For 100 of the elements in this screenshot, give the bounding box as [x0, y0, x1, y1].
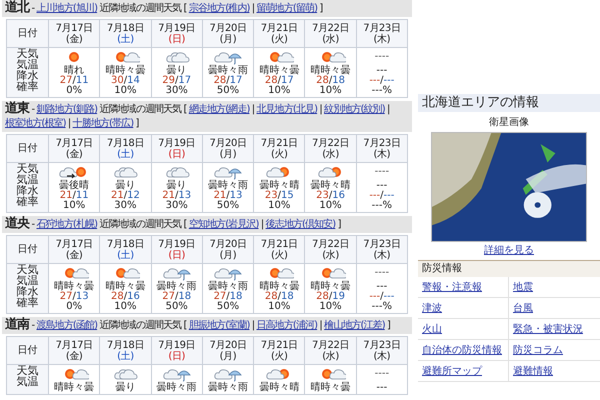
date-cell: 7月23日 (木): [356, 134, 408, 162]
date-cell: 7月17日 (金): [48, 236, 100, 264]
nearby-label: 近隣地域の週間天気 [: [99, 320, 187, 331]
forecast-cell: 晴時々曇 28/18 10%: [304, 48, 356, 98]
date-cell: 7月18日 (土): [100, 336, 152, 364]
forecast-cell: ---- --- ---/--- ---%: [356, 162, 408, 212]
date-cell: 7月18日 (土): [100, 134, 152, 162]
forecast-cell: ---- ---: [356, 364, 408, 394]
dash: -: [31, 320, 34, 331]
region-link[interactable]: 釧路地方(釧路): [36, 104, 98, 115]
row-label: 天気気温降水確率: [6, 48, 48, 98]
forecast-cell: ---- --- ---/--- ---%: [356, 264, 408, 314]
nearby-region-link[interactable]: 紋別地方(紋別): [324, 104, 385, 115]
region-title: 道北: [5, 0, 30, 15]
area-info-title: 北海道エリアの情報: [418, 94, 600, 112]
forecast-cell: 晴時々曇 28/18 10%: [254, 264, 305, 314]
nearby-region-link[interactable]: 空知地方(岩見沢): [188, 219, 259, 230]
date-header: 日付: [6, 236, 48, 264]
nearby-region-link[interactable]: 根室地方(根室): [5, 118, 66, 129]
date-cell: 7月22日 (水): [304, 236, 356, 264]
forecast-cell: 曇時々雨 27/18 50%: [151, 264, 202, 314]
nearby-region-link[interactable]: 十勝地方(帯広): [72, 118, 134, 129]
separator: |: [387, 104, 390, 115]
disaster-info-link[interactable]: 避難情報: [513, 364, 553, 378]
dash: -: [31, 219, 34, 230]
forecast-cell: 晴れ 27/11 0%: [48, 48, 100, 98]
row-label: 天気気温: [6, 364, 48, 394]
disaster-info-link[interactable]: 警報・注意報: [422, 280, 482, 294]
close-bracket: ]: [338, 219, 341, 230]
disaster-info-link[interactable]: 火山: [422, 322, 442, 336]
separator: |: [68, 118, 70, 129]
forecast-cell: 曇時々雨 27/18 50%: [202, 264, 254, 314]
nearby-region-link[interactable]: 留萌地方(留萌): [256, 3, 318, 14]
date-header: 日付: [6, 20, 48, 48]
date-cell: 7月18日 (土): [100, 236, 152, 264]
nearby-region-link[interactable]: 宗谷地方(稚内): [188, 3, 250, 14]
forecast-cell: 曇時々雨: [151, 364, 202, 394]
date-header: 日付: [6, 134, 48, 162]
forecast-cell: 晴時々曇 30/14 10%: [100, 48, 152, 98]
separator: |: [260, 219, 264, 230]
nearby-region-link[interactable]: 胆振地方(室蘭): [188, 320, 250, 331]
date-cell: 7月19日 (日): [151, 20, 202, 48]
date-cell: 7月21日 (火): [254, 336, 305, 364]
date-cell: 7月21日 (火): [254, 236, 305, 264]
date-cell: 7月20日 (月): [202, 134, 254, 162]
nearby-region-link[interactable]: 後志地方(倶知安): [266, 219, 336, 230]
forecast-cell: 曇時々晴: [254, 364, 305, 394]
forecast-cell: 曇時々晴 23/16 10%: [304, 162, 356, 212]
forecast-cell: 晴時々曇 28/16 10%: [100, 264, 152, 314]
region-link[interactable]: 渡島地方(函館): [36, 320, 98, 331]
forecast-cell: 曇時々雨: [202, 364, 254, 394]
forecast-cell: 晴時々曇 28/19 10%: [304, 264, 356, 314]
separator: |: [319, 320, 322, 331]
date-cell: 7月19日 (日): [151, 134, 202, 162]
disaster-info-link[interactable]: 津波: [422, 300, 442, 316]
date-cell: 7月19日 (日): [151, 236, 202, 264]
disaster-info-link[interactable]: 緊急・被害状況: [513, 322, 583, 336]
date-cell: 7月18日 (土): [100, 20, 152, 48]
close-bracket: ]: [387, 320, 390, 331]
date-cell: 7月23日 (木): [356, 20, 408, 48]
date-cell: 7月23日 (木): [356, 236, 408, 264]
disaster-info-link[interactable]: 地震: [513, 280, 533, 294]
date-header: 日付: [6, 336, 48, 364]
date-cell: 7月17日 (金): [48, 134, 100, 162]
forecast-cell: 曇り 21/13 30%: [151, 162, 202, 212]
separator: |: [252, 104, 254, 115]
region-title: 道南: [5, 317, 30, 332]
disaster-info-link[interactable]: 防災コラム: [513, 342, 563, 358]
date-cell: 7月21日 (火): [254, 20, 305, 48]
separator: |: [252, 3, 254, 14]
close-bracket: ]: [319, 3, 322, 14]
region-link[interactable]: 上川地方(旭川): [36, 3, 98, 14]
date-cell: 7月23日 (木): [356, 336, 408, 364]
nearby-region-link[interactable]: 北見地方(北見): [256, 104, 318, 115]
details-link[interactable]: 詳細を見る: [484, 245, 534, 257]
date-cell: 7月17日 (金): [48, 336, 100, 364]
dash: -: [31, 3, 34, 14]
forecast-cell: 曇り: [100, 364, 152, 394]
date-cell: 7月17日 (金): [48, 20, 100, 48]
nearby-label: 近隣地域の週間天気 [: [99, 219, 187, 230]
date-cell: 7月22日 (水): [304, 336, 356, 364]
disaster-info-link[interactable]: 台風: [513, 300, 533, 316]
forecast-cell: ---- --- ---/--- ---%: [356, 48, 408, 98]
forecast-cell: 晴時々曇 28/17 10%: [254, 48, 305, 98]
row-label: 天気気温降水確率: [6, 264, 48, 314]
date-cell: 7月20日 (月): [202, 236, 254, 264]
forecast-cell: 曇り 29/17 30%: [151, 48, 202, 98]
region-title: 道央: [5, 216, 30, 231]
disaster-info-title: 防災情報: [418, 260, 600, 277]
satellite-caption: 衛星画像: [488, 117, 530, 129]
nearby-region-link[interactable]: 網走地方(網走): [188, 104, 250, 115]
nearby-region-link[interactable]: 日高地方(浦河): [256, 320, 318, 331]
disaster-info-link[interactable]: 避難所マップ: [422, 364, 482, 378]
date-cell: 7月22日 (水): [304, 134, 356, 162]
row-label: 天気気温降水確率: [6, 162, 48, 212]
forecast-cell: 曇後晴 21/11 10%: [48, 162, 100, 212]
disaster-info-link[interactable]: 自治体の防災情報: [422, 342, 502, 358]
region-link[interactable]: 石狩地方(札幌): [36, 219, 98, 230]
nearby-region-link[interactable]: 檜山地方(江差): [324, 320, 385, 331]
forecast-cell: 晴時々曇: [304, 364, 356, 394]
